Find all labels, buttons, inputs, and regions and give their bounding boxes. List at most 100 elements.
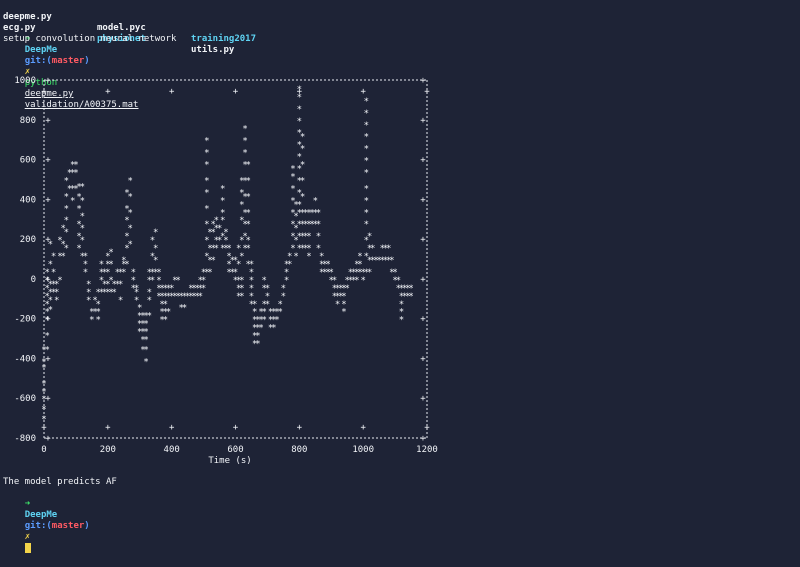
data-point: * <box>207 268 212 278</box>
data-point: * <box>41 415 46 425</box>
data-point: * <box>80 212 85 222</box>
data-point: * <box>127 240 132 250</box>
data-point: * <box>364 145 369 155</box>
y-tick-mark: + <box>420 354 426 364</box>
y-tick-mark: + <box>420 275 426 285</box>
data-point: * <box>143 346 148 356</box>
data-point: * <box>300 192 305 202</box>
x-tick-label: 800 <box>291 445 307 455</box>
data-point: * <box>313 196 318 206</box>
prompt-arrow-icon: ➜ <box>24 499 31 509</box>
data-point: * <box>290 165 295 175</box>
x-tick-mark: + <box>169 87 175 97</box>
data-point: * <box>341 308 346 318</box>
data-point: * <box>220 208 225 218</box>
data-point: * <box>364 208 369 218</box>
data-point: * <box>143 336 148 346</box>
data-point: * <box>204 204 209 214</box>
data-point: * <box>255 340 260 350</box>
data-point: * <box>364 157 369 167</box>
data-point: * <box>124 260 129 270</box>
data-point: * <box>41 363 46 373</box>
y-tick-mark: + <box>420 394 426 404</box>
data-point: * <box>386 244 391 254</box>
data-point: * <box>297 117 302 127</box>
y-tick-mark: + <box>420 195 426 205</box>
data-point: * <box>239 276 244 286</box>
data-point: * <box>364 121 369 131</box>
data-point: * <box>147 288 152 298</box>
data-point: * <box>246 192 251 202</box>
data-point: * <box>118 280 123 290</box>
data-point: * <box>70 196 75 206</box>
data-point: * <box>246 236 251 246</box>
x-tick-label: 600 <box>227 445 243 455</box>
data-point: * <box>147 312 152 322</box>
x-tick-mark: + <box>424 87 430 97</box>
data-point: * <box>277 308 282 318</box>
data-point: * <box>246 161 251 171</box>
x-tick-label: 200 <box>100 445 116 455</box>
x-tick-mark: + <box>297 423 303 433</box>
data-point: * <box>262 316 267 326</box>
data-point: * <box>399 316 404 326</box>
data-point: * <box>370 244 375 254</box>
data-point: * <box>153 228 158 238</box>
x-tick-label: 0 <box>41 445 46 455</box>
data-point: * <box>41 405 46 415</box>
data-point: * <box>44 346 49 356</box>
data-point: * <box>364 133 369 143</box>
data-point: * <box>118 296 123 306</box>
data-point: * <box>80 196 85 206</box>
data-point: * <box>364 184 369 194</box>
y-tick-label: -200 <box>14 315 36 325</box>
data-point: * <box>108 260 113 270</box>
data-point: * <box>246 208 251 218</box>
data-point: * <box>44 332 49 342</box>
x-tick-mark: + <box>360 423 366 433</box>
data-point: * <box>210 256 215 266</box>
y-tick-mark: + <box>420 156 426 166</box>
data-point: * <box>242 137 247 147</box>
data-point: * <box>389 256 394 266</box>
x-tick-label: 400 <box>164 445 180 455</box>
y-tick-mark: + <box>420 116 426 126</box>
x-tick-mark: + <box>233 87 239 97</box>
y-tick-mark: + <box>420 76 426 86</box>
text-cursor[interactable] <box>24 543 31 553</box>
data-point: * <box>166 308 171 318</box>
data-point: * <box>41 395 46 405</box>
data-point: * <box>306 244 311 254</box>
y-tick-label: -400 <box>14 354 36 364</box>
y-tick-label: 600 <box>20 156 36 166</box>
git-prefix: git:( <box>24 521 52 531</box>
data-point: * <box>73 168 78 178</box>
data-point: * <box>48 306 53 316</box>
data-point: * <box>300 161 305 171</box>
y-tick-mark: + <box>420 434 426 444</box>
y-tick-mark: + <box>45 434 51 444</box>
data-point: * <box>242 125 247 135</box>
y-tick-label: 0 <box>31 275 36 285</box>
data-point: * <box>83 268 88 278</box>
y-tick-label: 800 <box>20 116 36 126</box>
data-point: * <box>357 252 362 262</box>
data-point: * <box>297 85 302 95</box>
data-point: * <box>242 149 247 159</box>
x-tick-mark: + <box>41 87 47 97</box>
y-tick-label: 1000 <box>14 76 36 86</box>
git-branch: master <box>51 521 85 531</box>
data-point: * <box>96 300 101 310</box>
git-suffix: ) <box>84 521 90 531</box>
x-tick-mark: + <box>105 87 111 97</box>
ascii-scatter-plot: 1000 + +800 + +600 + +400 + +200 + +0 + +-200 + +-400 +… <box>14 76 438 466</box>
y-tick-mark: + <box>45 195 51 205</box>
data-point: * <box>64 228 69 238</box>
x-tick-label: 1000 <box>352 445 374 455</box>
y-tick-label: 400 <box>20 195 36 205</box>
data-point: * <box>127 192 132 202</box>
prompt-directory: DeepMe <box>24 510 58 520</box>
y-tick-label: 200 <box>20 235 36 245</box>
y-tick-mark: + <box>420 315 426 325</box>
data-point: * <box>364 220 369 230</box>
